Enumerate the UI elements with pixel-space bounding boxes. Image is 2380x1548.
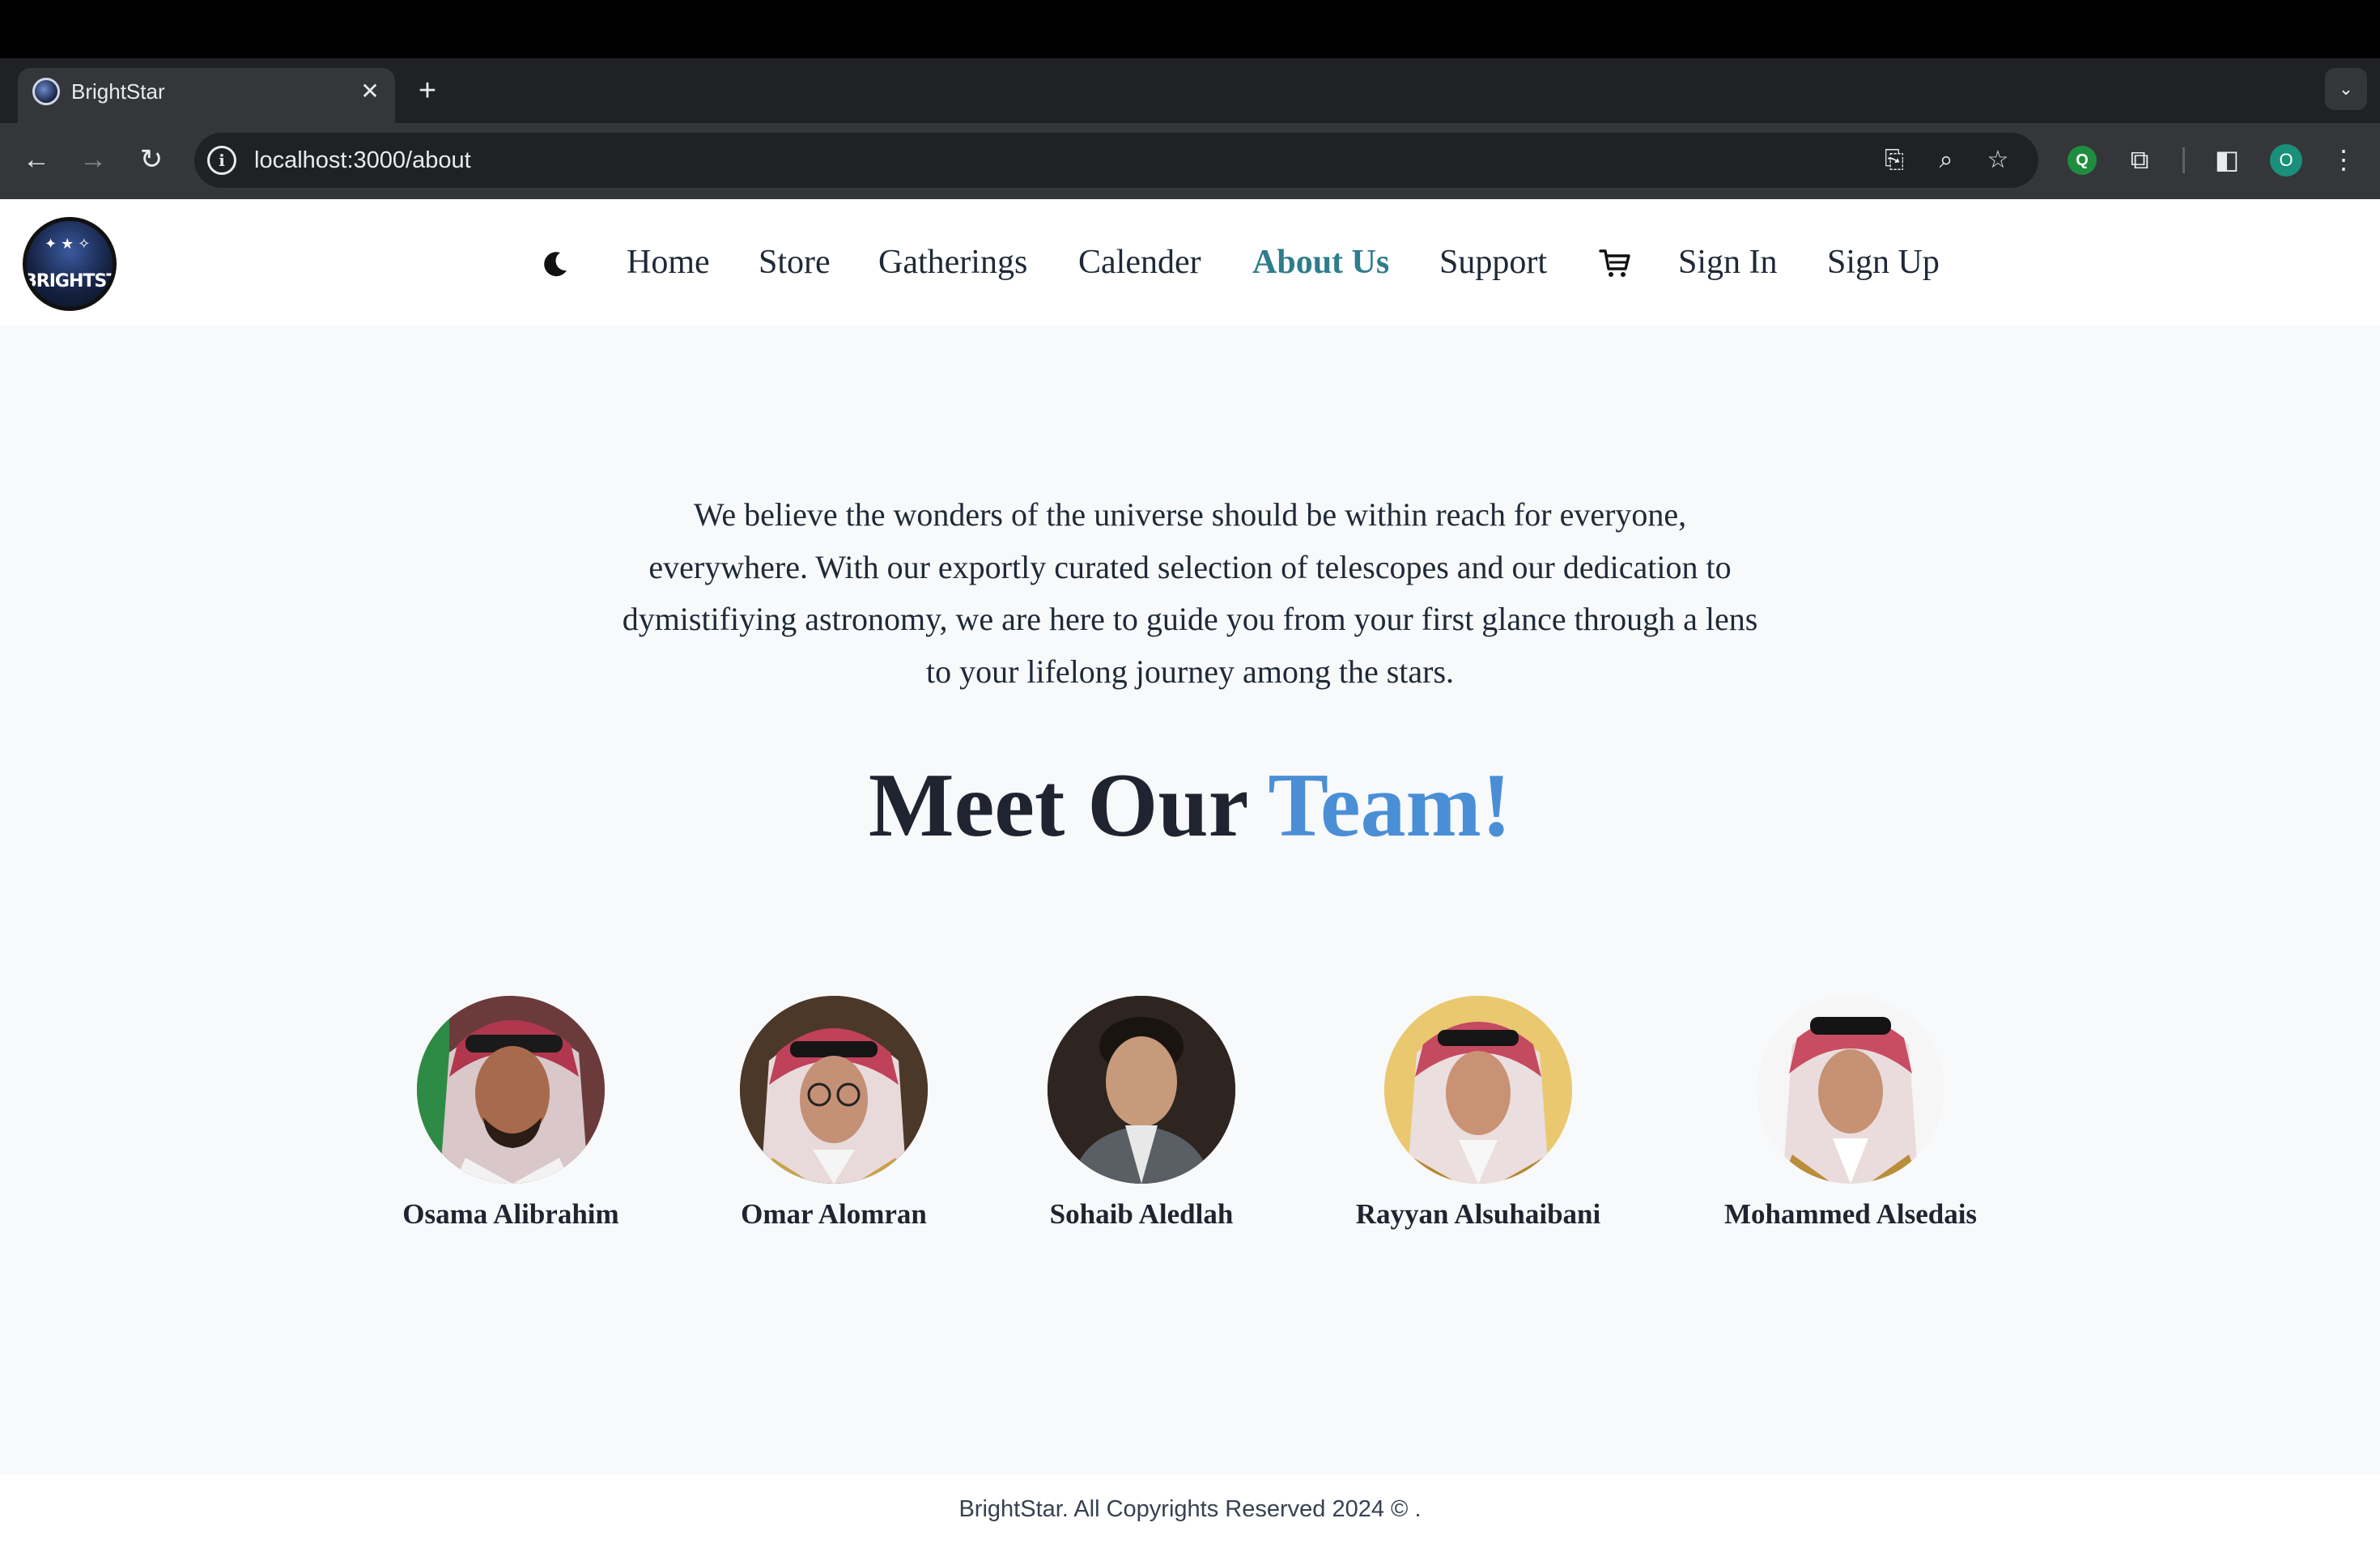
- nav-sign-in[interactable]: Sign In: [1678, 236, 1778, 288]
- nav-gatherings[interactable]: Gatherings: [878, 236, 1027, 288]
- profile-avatar[interactable]: O: [2270, 144, 2302, 176]
- nav-calender[interactable]: Calender: [1078, 236, 1201, 288]
- browser-menu-icon[interactable]: ⋮: [2325, 141, 2362, 178]
- address-bar[interactable]: i localhost:3000/about ⎘ ⌕ ☆: [194, 133, 2038, 188]
- tab-favicon-icon: [32, 78, 60, 105]
- member-avatar: [417, 996, 605, 1184]
- about-intro-text: We believe the wonders of the universe s…: [622, 496, 1758, 690]
- member-avatar: [1384, 996, 1572, 1184]
- member-avatar: [1048, 996, 1235, 1184]
- browser-toolbar: ← → ↻ i localhost:3000/about ⎘ ⌕ ☆ ⧉ ◧ ⋮: [0, 123, 2380, 199]
- main-menu: Home Store Gatherings Calender About Us …: [0, 236, 2380, 288]
- member-name: Mohammed Alsedais: [1723, 1198, 1978, 1230]
- tab-close-icon[interactable]: ✕: [356, 78, 384, 105]
- member-name: Omar Alomran: [741, 1198, 927, 1230]
- address-url[interactable]: localhost:3000/about: [254, 146, 471, 175]
- new-tab-icon[interactable]: +: [411, 74, 444, 107]
- member-avatar: [1757, 996, 1944, 1184]
- browser-tab[interactable]: BrightStar ✕: [18, 68, 395, 123]
- member-name: Sohaib Aledlah: [1049, 1198, 1234, 1230]
- team-member-card: Sohaib Aledlah: [1012, 996, 1271, 1232]
- team-heading-accent: Team!: [1268, 755, 1512, 856]
- site-navbar: ✦ ★ ✧ BRIGHTSTAR Home Store Gatherings C…: [0, 199, 2380, 325]
- member-name: Osama Alibrahim: [402, 1198, 619, 1230]
- member-photo-icon: [417, 996, 605, 1184]
- nav-store[interactable]: Store: [759, 236, 831, 288]
- toolbar-separator: [2182, 147, 2185, 173]
- side-panel-icon[interactable]: ◧: [2208, 141, 2246, 178]
- forward-arrow-icon[interactable]: →: [74, 141, 112, 178]
- nav-sign-up[interactable]: Sign Up: [1827, 236, 1940, 288]
- tab-title: BrightStar: [71, 79, 165, 104]
- member-photo-icon: [1757, 996, 1944, 1184]
- team-member-card: Omar Alomran: [712, 996, 955, 1232]
- site-footer: BrightStar. All Copyrights Reserved 2024…: [0, 1475, 2380, 1548]
- install-app-icon[interactable]: ⎘: [1876, 142, 1912, 178]
- shopping-cart-icon[interactable]: [1598, 246, 1632, 280]
- nav-about-us[interactable]: About Us: [1252, 236, 1389, 288]
- footer-copyright: BrightStar. All Copyrights Reserved 2024…: [958, 1496, 1422, 1522]
- nav-support[interactable]: Support: [1439, 236, 1547, 288]
- member-name: Rayyan Alsuhaibani: [1355, 1198, 1601, 1230]
- tab-search-chevron-icon[interactable]: ⌄: [2325, 68, 2367, 110]
- bookmark-star-icon[interactable]: ☆: [1980, 142, 2016, 178]
- team-member-card: Rayyan Alsuhaibani: [1341, 996, 1616, 1232]
- extensions-puzzle-icon[interactable]: ⧉: [2121, 141, 2158, 178]
- team-member-card: Mohammed Alsedais: [1705, 996, 1996, 1232]
- member-avatar: [740, 996, 928, 1184]
- site-info-icon[interactable]: i: [207, 146, 236, 175]
- team-heading-main: Meet Our: [868, 755, 1247, 856]
- member-photo-icon: [740, 996, 928, 1184]
- page-content: ✦ ★ ✧ BRIGHTSTAR Home Store Gatherings C…: [0, 199, 2380, 1548]
- extension-icon[interactable]: Q: [2068, 146, 2097, 175]
- member-photo-icon: [1048, 996, 1235, 1184]
- nav-home[interactable]: Home: [627, 236, 710, 288]
- team-member-card: Osama Alibrahim: [373, 996, 648, 1232]
- member-photo-icon: [1384, 996, 1572, 1184]
- zoom-icon[interactable]: ⌕: [1928, 142, 1964, 178]
- reload-icon[interactable]: ↻: [133, 141, 170, 178]
- team-heading: Meet Our Team!: [0, 753, 2380, 858]
- back-arrow-icon[interactable]: ←: [18, 141, 55, 178]
